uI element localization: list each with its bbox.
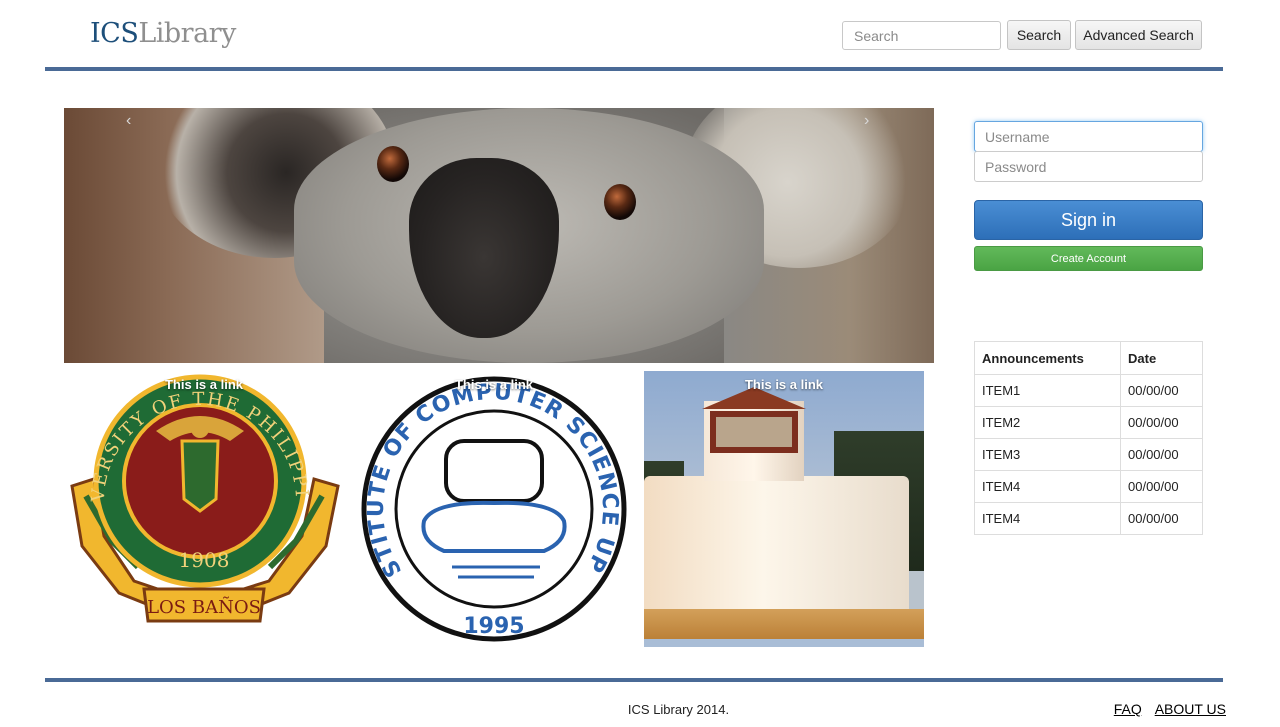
footer-divider [45, 678, 1223, 682]
thumbnail-ics-seal[interactable]: INSTITUTE OF COMPUTER SCIENCE UPLB 1995 [344, 352, 634, 647]
announcement-item: ITEM4 [974, 502, 1121, 535]
search-input[interactable] [842, 21, 1001, 50]
ics-seal-icon: INSTITUTE OF COMPUTER SCIENCE UPLB 1995 [344, 352, 627, 642]
announcement-date: 00/00/00 [1120, 470, 1203, 503]
faq-link[interactable]: FAQ [1114, 701, 1142, 717]
lantern-glass [716, 417, 792, 447]
announcement-item: ITEM2 [974, 406, 1121, 439]
announcement-date: 00/00/00 [1120, 406, 1203, 439]
thumbnail-link-1[interactable]: This is a link [64, 377, 344, 392]
about-us-link[interactable]: ABOUT US [1155, 701, 1226, 717]
brand-library: Library [138, 18, 236, 49]
announcement-date: 00/00/00 [1120, 438, 1203, 471]
up-seal-icon: LOS BAÑOS UNIVERSITY OF THE PHILIPPINES … [55, 355, 340, 623]
announcement-item: ITEM3 [974, 438, 1121, 471]
ics-year: 1995 [463, 614, 524, 639]
footer-links: FAQ ABOUT US [1105, 701, 1226, 717]
brand-logo[interactable]: ICSLibrary [90, 18, 236, 49]
password-field[interactable] [974, 151, 1203, 182]
announcement-item: ITEM4 [974, 470, 1121, 503]
footer-copyright: ICS Library 2014. [627, 702, 730, 717]
announcement-date: 00/00/00 [1120, 374, 1203, 407]
brand-ics: ICS [90, 18, 139, 49]
chevron-right-icon[interactable]: › [864, 112, 869, 130]
announcement-date: 00/00/00 [1120, 502, 1203, 535]
thumbnail-link-3[interactable]: This is a link [644, 377, 924, 392]
table-row[interactable]: ITEM1 00/00/00 [974, 374, 1203, 407]
koala-eye-right [604, 184, 636, 220]
sign-in-button[interactable]: Sign in [974, 200, 1203, 240]
announcements-table: Announcements Date ITEM1 00/00/00 ITEM2 … [974, 341, 1203, 535]
search-button[interactable]: Search [1007, 20, 1071, 50]
thumbnail-link-2[interactable]: This is a link [354, 377, 634, 392]
seal-year: 1908 [179, 548, 230, 572]
announcement-item: ITEM1 [974, 374, 1121, 407]
announcements-header: Announcements [974, 341, 1121, 375]
chevron-left-icon[interactable]: ‹ [126, 112, 131, 130]
create-account-button[interactable]: Create Account [974, 246, 1203, 271]
sky-strip [644, 639, 924, 647]
thumbnail-up-seal[interactable]: LOS BAÑOS UNIVERSITY OF THE PHILIPPINES … [55, 355, 344, 633]
table-row[interactable]: ITEM2 00/00/00 [974, 406, 1203, 439]
table-row[interactable]: ITEM3 00/00/00 [974, 438, 1203, 471]
table-row[interactable]: ITEM4 00/00/00 [974, 470, 1203, 503]
date-header: Date [1120, 341, 1203, 375]
seal-banner-text: LOS BAÑOS [147, 595, 261, 618]
hero-carousel[interactable]: ‹ › [64, 108, 934, 363]
table-header-row: Announcements Date [974, 341, 1203, 375]
koala-eye-left [377, 146, 409, 182]
advanced-search-button[interactable]: Advanced Search [1075, 20, 1202, 50]
thumbnail-lighthouse[interactable] [644, 371, 924, 647]
table-row[interactable]: ITEM4 00/00/00 [974, 502, 1203, 535]
header-divider [45, 67, 1223, 71]
username-field[interactable] [974, 121, 1203, 152]
